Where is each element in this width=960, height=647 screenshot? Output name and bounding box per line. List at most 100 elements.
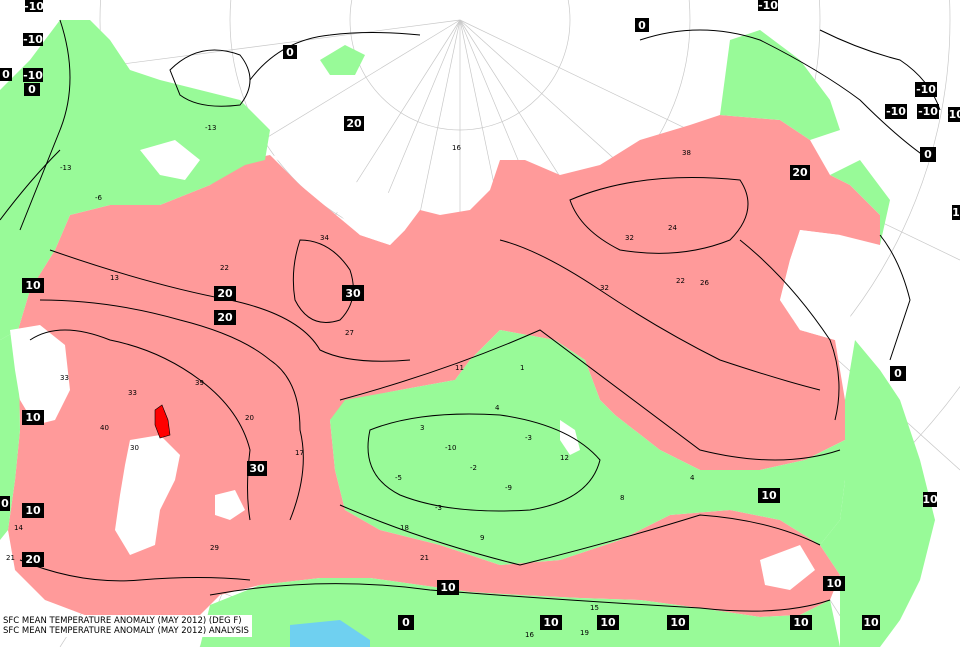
- svg-text:0: 0: [2, 68, 10, 81]
- contour-label: 20: [214, 310, 236, 325]
- svg-text:0: 0: [1, 497, 9, 510]
- svg-text:10: 10: [922, 493, 938, 506]
- contour-label: 10: [22, 503, 44, 518]
- svg-text:1: 1: [952, 206, 960, 219]
- station-value: 18: [400, 524, 409, 532]
- contour-label: 0: [283, 45, 297, 59]
- station-value: 16: [525, 631, 534, 639]
- svg-text:20: 20: [346, 117, 362, 130]
- contour-label: 1: [952, 205, 960, 220]
- svg-text:10: 10: [761, 489, 777, 502]
- contour-label: 10: [667, 615, 689, 630]
- svg-text:30: 30: [249, 462, 265, 475]
- contour-label: 10: [862, 615, 880, 630]
- contour-label: -10: [915, 82, 937, 97]
- svg-text:10: 10: [25, 504, 41, 517]
- station-value: 33: [60, 374, 69, 382]
- svg-text:-10: -10: [886, 105, 906, 118]
- station-value: -13: [205, 124, 216, 132]
- contour-label: 0: [24, 83, 40, 96]
- station-value: 22: [220, 264, 229, 272]
- svg-text:10: 10: [543, 616, 559, 629]
- svg-text:20: 20: [792, 166, 808, 179]
- station-value: -2: [470, 464, 477, 472]
- svg-text:-10: -10: [916, 83, 936, 96]
- station-value: 11: [455, 364, 464, 372]
- svg-text:0: 0: [894, 367, 902, 380]
- contour-label: 10: [540, 615, 562, 630]
- station-value: 4: [495, 404, 500, 412]
- contour-label: 30: [247, 461, 267, 476]
- contour-label: 0: [0, 68, 12, 81]
- svg-text:-10: -10: [918, 105, 938, 118]
- svg-text:20: 20: [217, 287, 233, 300]
- station-value: 8: [620, 494, 624, 502]
- contour-label: -10: [23, 68, 43, 82]
- contour-label: 20: [790, 165, 810, 180]
- svg-text:-10: -10: [23, 33, 43, 46]
- station-value: 38: [682, 149, 691, 157]
- station-value: 14: [14, 524, 23, 532]
- station-value: 17: [295, 449, 304, 457]
- contour-label: -10: [917, 104, 939, 119]
- svg-text:10: 10: [793, 616, 809, 629]
- station-value: -5: [395, 474, 402, 482]
- contour-label: 10: [922, 492, 938, 507]
- contour-label: 10: [437, 580, 459, 595]
- station-value: 40: [100, 424, 109, 432]
- station-value: 30: [130, 444, 139, 452]
- station-value: 12: [560, 454, 569, 462]
- station-value: 26: [700, 279, 709, 287]
- svg-text:20: 20: [25, 553, 41, 566]
- contour-label: -10: [24, 0, 44, 13]
- svg-text:0: 0: [924, 148, 932, 161]
- svg-text:0: 0: [638, 19, 646, 32]
- contour-label: 10: [22, 410, 44, 425]
- station-value: 1: [520, 364, 524, 372]
- station-value: 15: [590, 604, 599, 612]
- station-value: 32: [625, 234, 634, 242]
- station-value: 32: [600, 284, 609, 292]
- contour-label: -10: [944, 107, 960, 122]
- svg-text:10: 10: [25, 279, 41, 292]
- station-value: 27: [345, 329, 354, 337]
- contour-label: 20: [344, 116, 364, 131]
- station-value: 13: [110, 274, 119, 282]
- contour-label: 20: [214, 286, 236, 301]
- station-value: 29: [210, 544, 219, 552]
- svg-text:10: 10: [440, 581, 456, 594]
- station-value: 4: [690, 474, 695, 482]
- contour-label: 10: [790, 615, 812, 630]
- station-value: 19: [580, 629, 589, 637]
- station-value: 24: [668, 224, 677, 232]
- station-value: 21: [6, 554, 15, 562]
- svg-text:0: 0: [286, 46, 294, 59]
- station-value: -3: [435, 504, 442, 512]
- contour-label: 30: [342, 285, 364, 301]
- svg-text:30: 30: [345, 287, 361, 300]
- svg-text:-10: -10: [24, 0, 44, 13]
- station-value: 21: [420, 554, 429, 562]
- contour-label: -10: [758, 0, 778, 12]
- contour-label: 0: [635, 18, 649, 32]
- legend-line-2: SFC MEAN TEMPERATURE ANOMALY (MAY 2012) …: [3, 626, 249, 636]
- svg-text:-10: -10: [944, 108, 960, 121]
- contour-label: 10: [597, 615, 619, 630]
- station-value: 39: [195, 379, 204, 387]
- contour-label: 10: [823, 576, 845, 591]
- svg-text:20: 20: [217, 311, 233, 324]
- contour-label: 0: [920, 147, 936, 162]
- temperature-anomaly-map: 21 14 -13 16 13 22 34 33 40 39 30 29 32 …: [0, 0, 960, 647]
- station-value: -9: [505, 484, 512, 492]
- svg-text:10: 10: [600, 616, 616, 629]
- station-value: 33: [128, 389, 137, 397]
- svg-text:10: 10: [25, 411, 41, 424]
- svg-text:10: 10: [863, 616, 879, 629]
- station-value: -3: [525, 434, 532, 442]
- station-value: 34: [320, 234, 329, 242]
- svg-text:-10: -10: [23, 69, 43, 82]
- contour-label: 0: [0, 496, 10, 511]
- svg-text:10: 10: [826, 577, 842, 590]
- station-value: 22: [676, 277, 685, 285]
- station-value: 16: [452, 144, 461, 152]
